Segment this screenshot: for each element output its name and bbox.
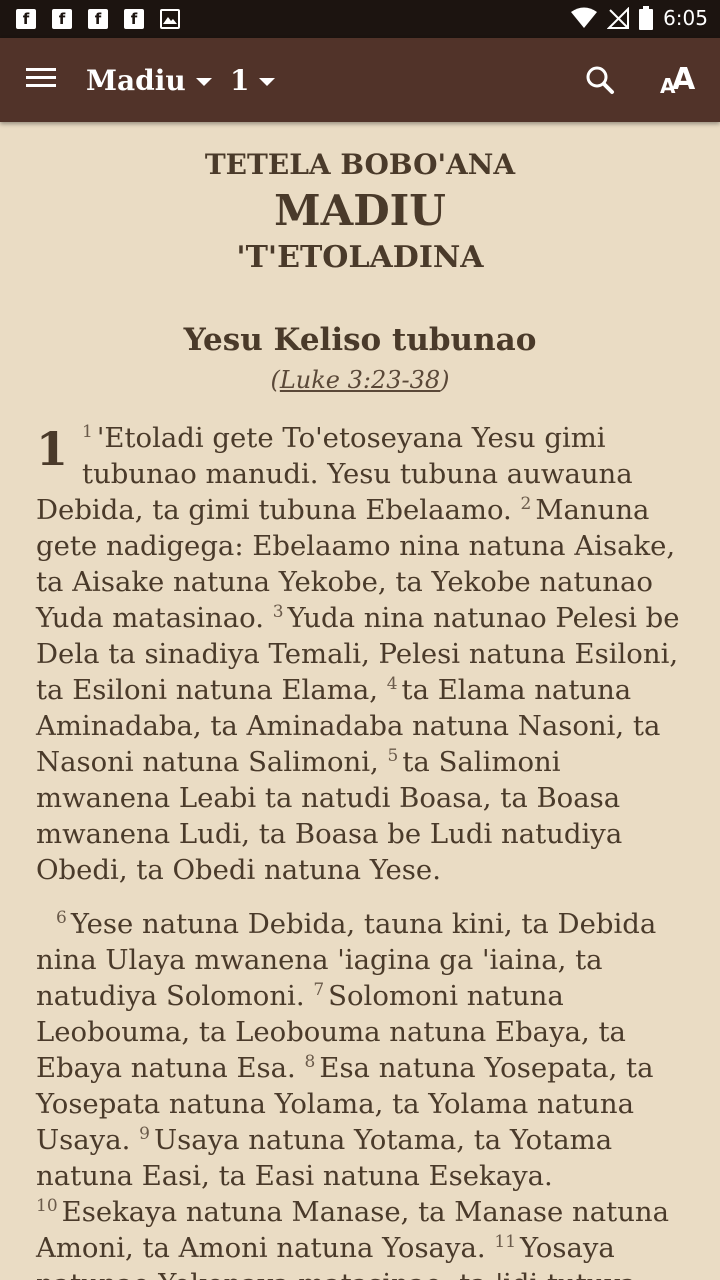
text-size-button[interactable]: A A [656, 60, 700, 100]
dropdown-caret-icon [259, 78, 276, 86]
verse-number: 1 [82, 421, 93, 442]
chapter-number-label: 1 [230, 63, 250, 97]
book-name: Madiu [86, 63, 186, 97]
book-selector[interactable]: Madiu [86, 58, 212, 102]
verse-number: 7 [313, 979, 325, 1000]
search-icon[interactable] [580, 60, 620, 100]
book-header-line3: 'T'ETOLADINA [236, 240, 484, 275]
paragraph: 6 Yese natuna Debida, tauna kini, ta Debi… [36, 906, 684, 1280]
facebook-icon: f [52, 9, 72, 29]
system-icons: 6:05 [571, 6, 708, 30]
no-signal-icon [607, 7, 630, 29]
verse-number: 10 [36, 1195, 58, 1216]
book-header-line1: TETELA BOBO'ANA [204, 148, 516, 181]
verse-number: 4 [386, 673, 398, 694]
dropdown-caret-icon [195, 78, 212, 86]
image-icon [160, 9, 180, 29]
chapter-selector[interactable]: 1 [230, 58, 276, 102]
verse-number: 6 [56, 907, 67, 928]
verse-number: 3 [272, 601, 284, 622]
facebook-icon: f [124, 9, 144, 29]
menu-icon[interactable] [22, 64, 62, 96]
text-size-large-icon: A [672, 62, 696, 97]
paragraph: 1 1 'Etoladi gete To'etoseyana Yesu gimi … [36, 420, 684, 888]
battery-icon [639, 6, 654, 30]
facebook-icon: f [16, 9, 36, 29]
verse-number: 2 [520, 493, 532, 514]
facebook-icon: f [88, 9, 108, 29]
verse-number: 5 [387, 745, 399, 766]
section-cross-reference: (Luke 3:23-38) [270, 366, 450, 394]
chapter-number: 1 [36, 422, 69, 476]
book-header-title: MADIU [274, 186, 446, 235]
app-bar: Madiu 1 A A [0, 38, 720, 122]
wifi-icon [571, 7, 598, 28]
clock: 6:05 [663, 6, 708, 30]
verse-number: 8 [304, 1051, 316, 1072]
status-bar: f f f f 6:05 [0, 0, 720, 38]
verse-number: 9 [139, 1123, 150, 1144]
cross-reference-link[interactable]: Luke 3:23-38 [280, 366, 440, 394]
section-heading: Yesu Keliso tubunao [183, 322, 537, 358]
verse-number: 11 [494, 1231, 517, 1252]
notification-icons: f f f f [16, 9, 180, 29]
